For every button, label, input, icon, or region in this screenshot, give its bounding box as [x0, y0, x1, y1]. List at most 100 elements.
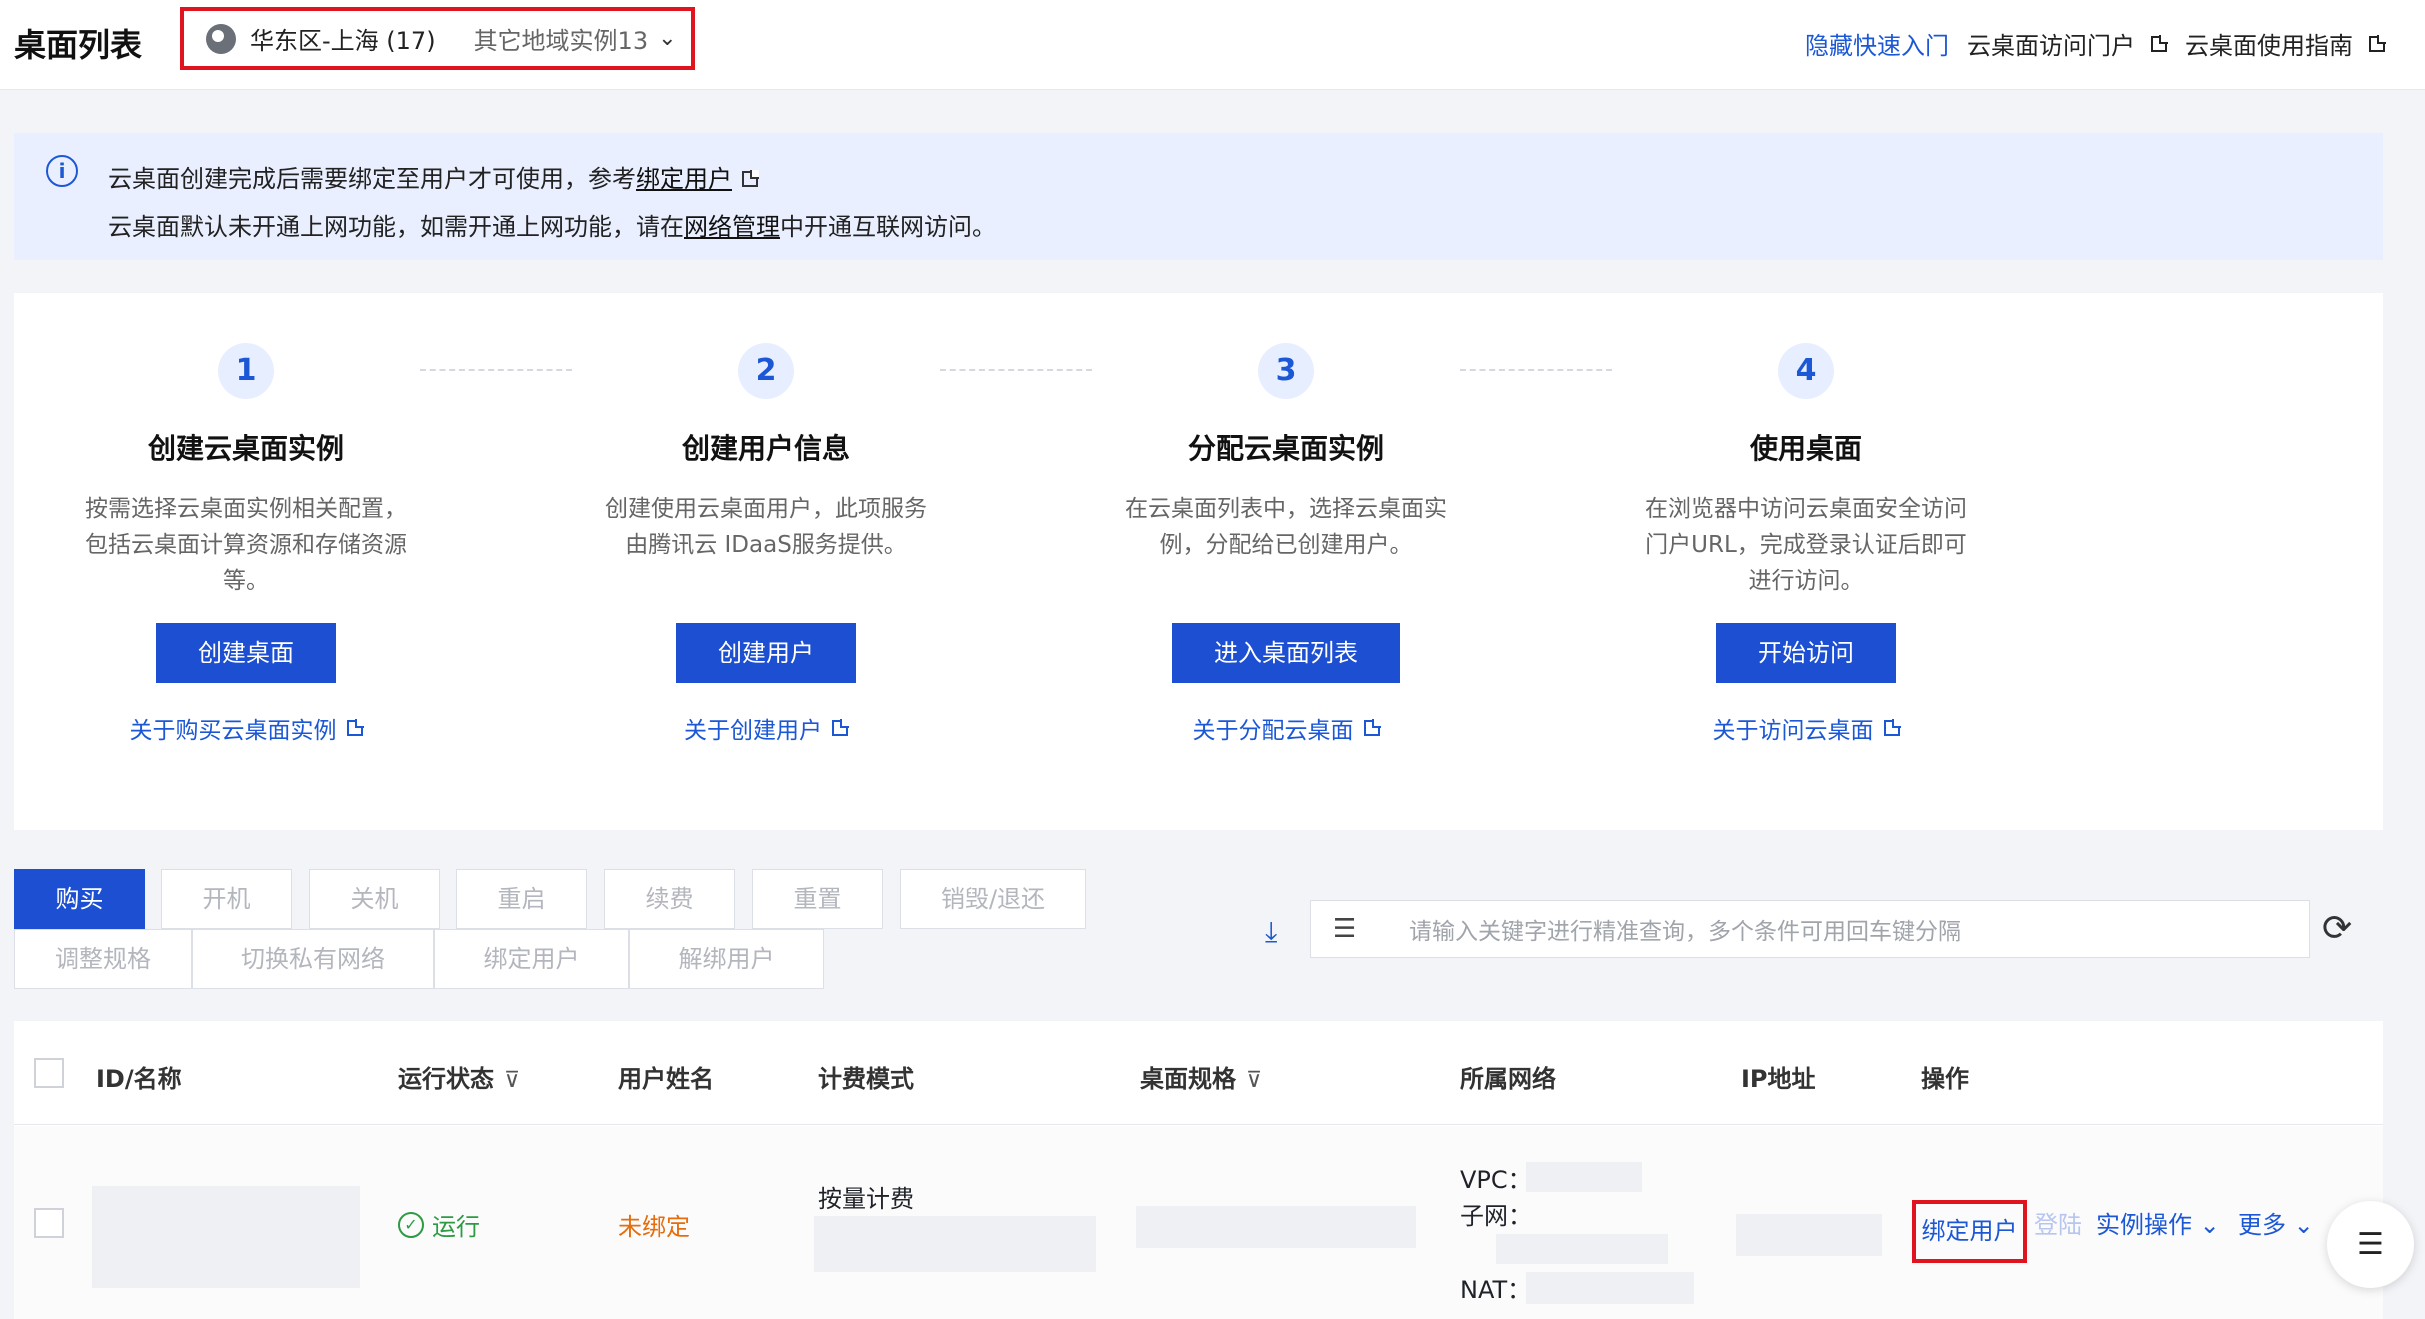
top-links: 隐藏快速入门 云桌面访问门户 云桌面使用指南: [1805, 26, 2386, 61]
desktop-table: ID/名称 运行状态 ⊽ 用户姓名 计费模式 桌面规格 ⊽ 所属网络 IP地址 操作…: [14, 1021, 2383, 1319]
col-spec[interactable]: 桌面规格 ⊽: [1140, 1059, 1262, 1094]
info-icon: i: [46, 155, 78, 187]
col-status[interactable]: 运行状态 ⊽: [398, 1059, 520, 1094]
region-selector[interactable]: 华东区-上海 (17) 其它地域实例13 ⌄: [180, 7, 695, 70]
step-doc-link[interactable]: 关于创建用户: [556, 711, 976, 745]
power-off-button[interactable]: 关机: [309, 869, 440, 929]
external-link-icon: [742, 170, 759, 187]
table-row: ✓ 运行 未绑定 按量计费 VPC： 子网： NAT： 登陆 实例操作 ⌄ 更多 …: [14, 1126, 2383, 1319]
step-number: 1: [218, 343, 274, 399]
step-number: 2: [738, 343, 794, 399]
step-doc-link[interactable]: 关于购买云桌面实例: [36, 711, 456, 745]
more-dropdown[interactable]: 更多 ⌄: [2238, 1205, 2314, 1240]
col-id-name: ID/名称: [96, 1065, 182, 1093]
create-desktop-button[interactable]: 创建桌面: [156, 623, 336, 683]
chevron-down-icon: ⌄: [658, 26, 677, 51]
hide-quickstart-link[interactable]: 隐藏快速入门: [1805, 26, 1949, 61]
network-nat-label: NAT：: [1460, 1276, 1532, 1304]
user-unbound: 未绑定: [618, 1213, 690, 1241]
filter-icon: ⊽: [1246, 1068, 1263, 1093]
notice-text: 云桌面默认未开通上网功能，如需开通上网功能，请在: [108, 213, 684, 241]
refresh-icon[interactable]: ⟳: [2322, 911, 2352, 947]
step-doc-link[interactable]: 关于分配云桌面: [1076, 711, 1496, 745]
create-user-button[interactable]: 创建用户: [676, 623, 856, 683]
renew-button[interactable]: 续费: [604, 869, 735, 929]
step-link-label: 关于购买云桌面实例: [129, 718, 337, 744]
step-link-label: 关于访问云桌面: [1712, 718, 1874, 744]
step-title: 创建云桌面实例: [147, 432, 344, 465]
page-title: 桌面列表: [14, 26, 143, 64]
notice-text: 中开通互联网访问。: [780, 213, 996, 241]
instance-id-redacted: [92, 1186, 360, 1288]
network-vpc-label: VPC：: [1460, 1166, 1532, 1194]
step-connector: [1460, 369, 1612, 371]
col-billing: 计费模式: [818, 1065, 914, 1093]
login-action[interactable]: 登陆: [2034, 1205, 2082, 1240]
vpc-redacted: [1526, 1162, 1642, 1192]
step-title: 创建用户信息: [681, 432, 850, 465]
subnet-redacted: [1496, 1234, 1668, 1264]
status-running: ✓ 运行: [398, 1207, 480, 1242]
step-number: 4: [1778, 343, 1834, 399]
step-title: 分配云桌面实例: [1187, 432, 1384, 465]
status-label: 运行: [432, 1213, 480, 1241]
info-notice: 云桌面创建完成后需要绑定至用户才可使用，参考绑定用户 云桌面默认未开通上网功能，…: [14, 133, 2383, 260]
row-checkbox[interactable]: [34, 1208, 64, 1238]
switch-vpc-button[interactable]: 切换私有网络: [192, 929, 434, 989]
col-spec-label: 桌面规格: [1140, 1065, 1236, 1093]
power-on-button[interactable]: 开机: [161, 869, 292, 929]
step-1: 1 创建云桌面实例 按需选择云桌面实例相关配置，包括云桌面计算资源和存储资源等。…: [36, 293, 456, 745]
region-other: 其它地域实例13: [473, 27, 649, 55]
step-3: 3 分配云桌面实例 在云桌面列表中，选择云桌面实例，分配给已创建用户。 进入桌面…: [1076, 293, 1496, 745]
network-manage-link[interactable]: 网络管理: [684, 213, 780, 241]
step-4: 4 使用桌面 在浏览器中访问云桌面安全访问门户URL，完成登录认证后即可进行访问…: [1596, 293, 2016, 745]
step-description: 创建使用云桌面用户，此项服务由腾讯云 IDaaS服务提供。: [605, 496, 927, 558]
col-network: 所属网络: [1460, 1065, 1556, 1093]
external-link-icon: [1363, 719, 1381, 736]
destroy-button[interactable]: 销毁/退还: [900, 869, 1086, 929]
step-description: 在云桌面列表中，选择云桌面实例，分配给已创建用户。: [1125, 496, 1447, 558]
step-connector: [420, 369, 572, 371]
step-description: 按需选择云桌面实例相关配置，包括云桌面计算资源和存储资源等。: [85, 496, 407, 594]
step-number: 3: [1258, 343, 1314, 399]
external-link-icon: [832, 719, 849, 736]
billing-detail-redacted: [814, 1216, 1096, 1272]
external-link-icon: [1883, 719, 1901, 736]
quickstart-steps: 1 创建云桌面实例 按需选择云桌面实例相关配置，包括云桌面计算资源和存储资源等。…: [14, 293, 2383, 830]
resize-button[interactable]: 调整规格: [14, 929, 192, 989]
unbind-user-button[interactable]: 解绑用户: [629, 929, 824, 989]
chevron-down-icon: ⌄: [2293, 1211, 2314, 1239]
enter-desktop-list-button[interactable]: 进入桌面列表: [1172, 623, 1400, 683]
col-actions: 操作: [1921, 1065, 1969, 1093]
user-guide-label: 云桌面使用指南: [2185, 32, 2353, 60]
step-2: 2 创建用户信息 创建使用云桌面用户，此项服务由腾讯云 IDaaS服务提供。 创…: [556, 293, 976, 745]
top-bar: 桌面列表 华东区-上海 (17) 其它地域实例13 ⌄ 隐藏快速入门 云桌面访问…: [0, 0, 2425, 90]
step-description: 在浏览器中访问云桌面安全访问门户URL，完成登录认证后即可进行访问。: [1645, 496, 1967, 594]
step-title: 使用桌面: [1749, 432, 1862, 465]
globe-icon: [206, 23, 236, 54]
step-link-label: 关于分配云桌面: [1192, 718, 1354, 744]
notice-text: 云桌面创建完成后需要绑定至用户才可使用，参考: [108, 165, 636, 193]
buy-button[interactable]: 购买: [14, 869, 145, 929]
select-all-checkbox[interactable]: [34, 1058, 64, 1088]
user-guide-link[interactable]: 云桌面使用指南: [2185, 26, 2386, 61]
restart-button[interactable]: 重启: [456, 869, 587, 929]
more-label: 更多: [2238, 1211, 2286, 1239]
instance-ops-dropdown[interactable]: 实例操作 ⌄: [2096, 1205, 2220, 1240]
menu-fab-icon[interactable]: ☰: [2327, 1201, 2414, 1288]
step-doc-link[interactable]: 关于访问云桌面: [1596, 711, 2016, 745]
bind-user-button[interactable]: 绑定用户: [434, 929, 629, 989]
bind-user-doc-link[interactable]: 绑定用户: [636, 165, 732, 193]
bind-user-action[interactable]: 绑定用户: [1912, 1200, 2027, 1263]
notice-line-1: 云桌面创建完成后需要绑定至用户才可使用，参考绑定用户: [108, 155, 2383, 203]
start-access-button[interactable]: 开始访问: [1716, 623, 1896, 683]
notice-line-2: 云桌面默认未开通上网功能，如需开通上网功能，请在网络管理中开通互联网访问。: [108, 203, 2383, 251]
instance-ops-label: 实例操作: [2096, 1211, 2192, 1239]
reset-button[interactable]: 重置: [752, 869, 883, 929]
region-current: 华东区-上海 (17): [250, 27, 436, 55]
search-input[interactable]: ☰ 请输入关键字进行精准查询，多个条件可用回车键分隔: [1310, 900, 2310, 958]
step-link-label: 关于创建用户: [684, 718, 822, 744]
download-icon[interactable]: ⤓: [1265, 918, 1293, 946]
access-portal-link[interactable]: 云桌面访问门户: [1967, 26, 2168, 61]
access-portal-label: 云桌面访问门户: [1967, 32, 2135, 60]
